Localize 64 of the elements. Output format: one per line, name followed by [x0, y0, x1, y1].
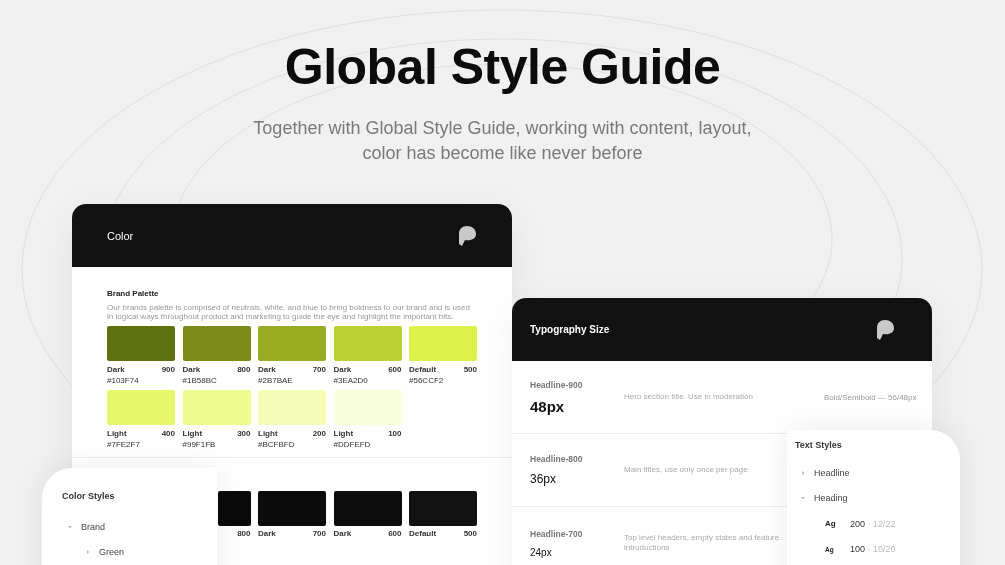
swatch-weight: 100: [388, 429, 402, 438]
style-description: Main titles, use only once per page: [624, 465, 748, 475]
swatch-name: Light: [333, 429, 354, 438]
font-size-label: 36px: [530, 472, 558, 486]
swatch-name: Dark: [107, 365, 125, 374]
font-size-label: 48px: [530, 397, 566, 415]
swatch-name: Light: [107, 429, 127, 438]
style-weight: 200 · 12/22: [850, 518, 896, 529]
section-description: Our brands palette is comprised of neutrals, white, and blue to bring boldness to our brand and is used in logical ways throughout product and marketing to guide the eye and highlight the important bits.: [107, 303, 471, 321]
caret-right-icon[interactable]: [801, 470, 805, 475]
font-size-label: 24px: [530, 546, 553, 558]
swatch-weight: 600: [388, 529, 402, 538]
tree-item[interactable]: Brand: [81, 521, 106, 532]
swatch-name: Dark: [182, 365, 201, 374]
swatch-name: Dark: [333, 529, 352, 538]
style-name: Headline-800: [530, 454, 584, 464]
swatch-name: Dark: [258, 529, 276, 538]
style-spec: Bold/Semibold — 56/48px: [824, 392, 917, 402]
swatch-hex: #99F1FB: [182, 440, 217, 449]
card-title: Typography Size: [530, 324, 610, 335]
panel-title: Text Styles: [795, 440, 843, 450]
swatch-weight: 500: [463, 529, 477, 538]
swatch-hex: #7FE2F7: [107, 440, 141, 449]
swatch-name: Light: [258, 429, 278, 438]
swatch-hex: #DDFEFD: [333, 440, 372, 449]
style-name: Headline-700: [530, 528, 584, 539]
tree-item[interactable]: Green: [99, 547, 124, 558]
swatch-weight: 700: [312, 529, 326, 538]
swatch-weight: 200: [312, 429, 326, 438]
swatch-name: Light: [182, 429, 203, 438]
swatch-weight: 300: [237, 429, 251, 438]
swatch-hex: #1B58BC: [182, 376, 218, 385]
swatch-name: Dark: [333, 365, 352, 374]
logo-icon: [459, 225, 476, 246]
sample-text: Ag: [825, 519, 837, 529]
swatch-name: Dark: [258, 365, 276, 374]
swatch-name: Default: [409, 529, 437, 538]
logo-icon: [877, 319, 894, 340]
swatch-weight: 900: [161, 365, 175, 374]
card-title: Color: [107, 229, 134, 242]
style-description: Top level headers, empty states and feature introductions: [624, 533, 781, 553]
page-title: Global Style Guide: [284, 38, 721, 96]
tree-item[interactable]: Headline: [814, 467, 850, 478]
swatch-weight: 400: [161, 429, 175, 438]
swatch-hex: #BCFBFD: [258, 440, 296, 449]
caret-right-icon[interactable]: [86, 550, 90, 555]
tree-item[interactable]: Heading: [814, 493, 848, 504]
text-style-item[interactable]: Ag 200 · 12/22: [801, 511, 952, 537]
swatch-hex: #3EA2D0: [333, 376, 369, 385]
swatch-weight: 500: [463, 365, 477, 374]
style-name: Headline-900: [530, 379, 584, 390]
section-title: Brand Palette: [107, 289, 160, 298]
swatch-weight: 700: [312, 365, 326, 374]
swatch-weight: 800: [237, 529, 251, 538]
swatch-hex: #2B7BAE: [258, 376, 294, 385]
swatch-hex: #103F74: [107, 376, 140, 385]
panel-title: Color Styles: [62, 491, 116, 501]
subtitle: Together with Global Style Guide, working with content, layout, color has become like never before: [252, 117, 753, 165]
swatch-name: Default: [409, 365, 437, 374]
style-description: Hero section title. Use in moderation: [624, 392, 753, 402]
style-weight: 100 · 10/20: [850, 544, 896, 555]
swatch-weight: 800: [237, 365, 251, 374]
swatch-hex: #56CCF2: [409, 376, 445, 385]
swatch-weight: 600: [388, 365, 402, 374]
